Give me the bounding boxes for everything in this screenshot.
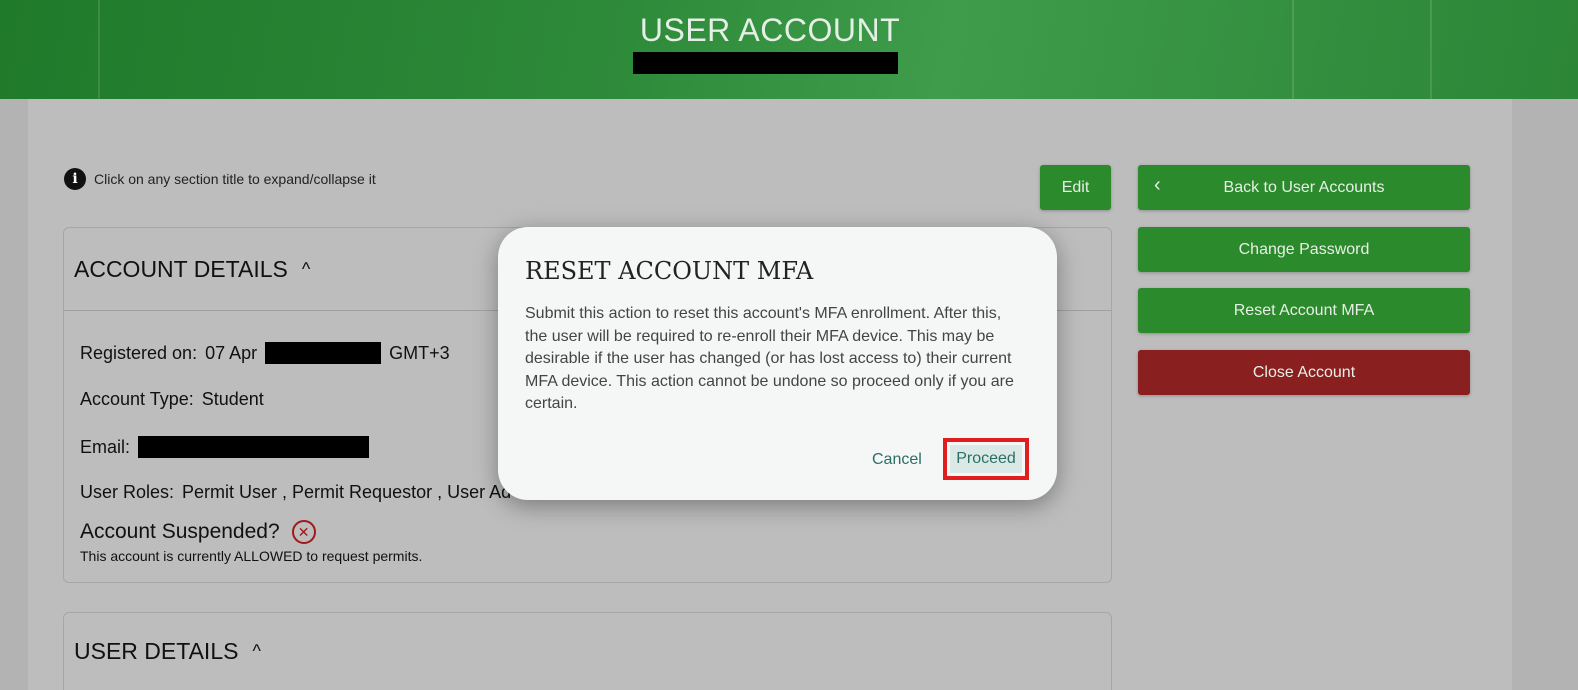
- chevron-left-icon: ‹: [1154, 174, 1161, 196]
- account-type-label: Account Type:: [80, 389, 194, 409]
- x-circle-icon: ✕: [291, 520, 316, 544]
- registered-on-date: 07 Apr: [205, 342, 258, 363]
- expand-hint: i Click on any section title to expand/c…: [64, 168, 376, 190]
- reset-account-mfa-button[interactable]: Reset Account MFA: [1138, 288, 1470, 333]
- user-details-header[interactable]: USER DETAILS ^: [64, 613, 1111, 689]
- registered-on-tz: GMT+3: [389, 342, 450, 363]
- account-suspended-row: Account Suspended? ✕: [80, 520, 316, 544]
- suspension-status-note: This account is currently ALLOWED to req…: [80, 548, 423, 564]
- email-row: Email:: [80, 436, 370, 458]
- account-type-value: Student: [201, 389, 264, 409]
- redacted-username: [633, 52, 898, 74]
- dialog-title: RESET ACCOUNT MFA: [525, 257, 814, 285]
- chevron-up-icon: ^: [301, 258, 311, 279]
- dialog-message: Submit this action to reset this account…: [525, 305, 1014, 412]
- registered-on-label: Registered on:: [80, 342, 198, 363]
- email-label: Email:: [80, 436, 131, 457]
- chevron-up-icon: ^: [252, 640, 261, 661]
- registered-on-row: Registered on: 07 Apr GMT+3: [80, 342, 450, 364]
- page-title: USER ACCOUNT: [639, 12, 901, 48]
- account-details-title: ACCOUNT DETAILS: [74, 255, 288, 282]
- back-button-label: Back to User Accounts: [1223, 178, 1385, 196]
- proceed-button[interactable]: Proceed: [950, 445, 1022, 473]
- back-to-user-accounts-button[interactable]: ‹ Back to User Accounts: [1138, 165, 1470, 210]
- expand-hint-text: Click on any section title to expand/col…: [94, 171, 376, 187]
- user-roles-value: Permit User , Permit Requestor , User Ad: [182, 482, 512, 502]
- redacted-date: [265, 342, 382, 364]
- info-icon: i: [64, 168, 86, 190]
- user-roles-row: User Roles: Permit User , Permit Request…: [80, 482, 511, 503]
- account-type-row: Account Type: Student: [80, 389, 264, 410]
- page-header-banner: USER ACCOUNT: [0, 0, 1578, 99]
- close-account-button[interactable]: Close Account: [1138, 350, 1470, 395]
- account-suspended-label: Account Suspended?: [80, 520, 280, 543]
- cancel-button[interactable]: Cancel: [866, 447, 928, 473]
- user-details-section: USER DETAILS ^: [63, 612, 1112, 690]
- proceed-highlight: Proceed: [943, 438, 1029, 480]
- user-details-title: USER DETAILS: [74, 637, 239, 664]
- redacted-email: [138, 436, 370, 458]
- user-roles-label: User Roles:: [80, 482, 175, 502]
- change-password-button[interactable]: Change Password: [1138, 227, 1470, 272]
- edit-button[interactable]: Edit: [1040, 165, 1111, 210]
